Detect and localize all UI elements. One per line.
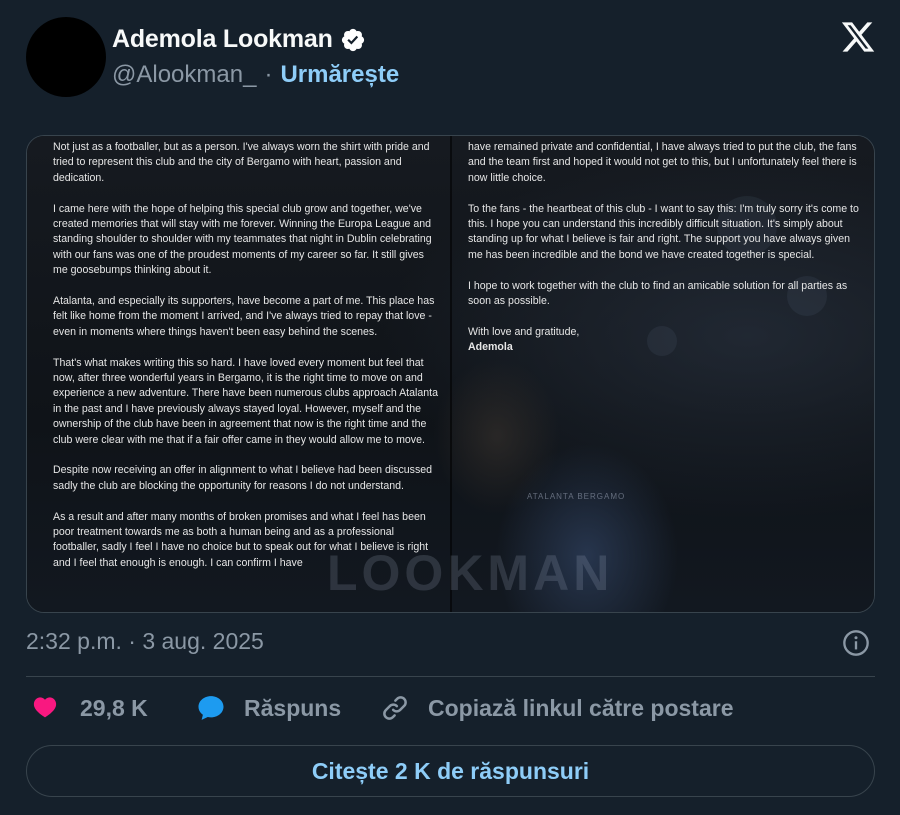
statement-left-column: Not just as a footballer, but as a perso… (53, 140, 438, 587)
handle-row: @Alookman_ · Urmărește (112, 61, 399, 89)
statement-paragraph: As a result and after many months of bro… (53, 510, 429, 569)
copy-link-label: Copiază linkul către postare (428, 694, 734, 721)
signature: Ademola (468, 341, 513, 354)
statement-paragraph: I hope to work together with the club to… (468, 279, 848, 308)
action-bar: 29,8 K Răspuns Copiază linkul către post… (26, 693, 875, 733)
like-button[interactable]: 29,8 K (30, 693, 148, 723)
statement-paragraph: I came here with the hope of helping thi… (53, 202, 432, 277)
statement-paragraph: That's what makes writing this so hard. … (53, 356, 438, 446)
follow-button[interactable]: Urmărește (280, 61, 399, 89)
heart-icon (33, 697, 57, 718)
tweet-timestamp[interactable]: 2:32 p.m. · 3 aug. 2025 (26, 628, 264, 655)
info-icon[interactable] (842, 629, 870, 657)
separator-dot: · (264, 61, 273, 88)
statement-paragraph: To the fans - the heartbeat of this club… (468, 202, 859, 261)
reply-button[interactable]: Răspuns (196, 693, 341, 723)
name-row: Ademola Lookman (112, 25, 366, 54)
x-logo-icon[interactable] (840, 19, 876, 55)
statement-paragraph: have remained private and confidential, … (468, 141, 857, 184)
statement-paragraph: Atalanta, and especially its supporters,… (53, 295, 435, 338)
read-replies-button[interactable]: Citește 2 K de răspunsuri (26, 745, 875, 797)
read-replies-label: Citește 2 K de răspunsuri (311, 757, 590, 784)
jersey-text: ATALANTA BERGAMO (527, 492, 626, 501)
reply-label: Răspuns (244, 694, 342, 721)
page-divider (450, 136, 452, 612)
tweet-media-image[interactable]: LOOKMAN ATALANTA BERGAMO Not just as a f… (26, 135, 875, 613)
statement-paragraph: Despite now receiving an offer in alignm… (53, 464, 433, 492)
handle[interactable]: @Alookman_ (112, 61, 256, 89)
verified-badge-icon (341, 28, 364, 51)
statement-paragraph: Not just as a footballer, but as a perso… (53, 141, 430, 184)
divider (26, 676, 875, 677)
avatar[interactable] (26, 17, 106, 97)
speech-bubble-icon (198, 696, 224, 720)
statement-right-column: have remained private and confidential, … (468, 140, 860, 356)
tweet-header: Ademola Lookman @Alookman_ · Urmărește (26, 17, 876, 97)
display-name[interactable]: Ademola Lookman (112, 25, 333, 54)
like-count: 29,8 K (80, 694, 148, 721)
copy-link-button[interactable]: Copiază linkul către postare (380, 693, 733, 723)
link-icon (383, 696, 407, 720)
signoff: With love and gratitude, (468, 325, 580, 338)
